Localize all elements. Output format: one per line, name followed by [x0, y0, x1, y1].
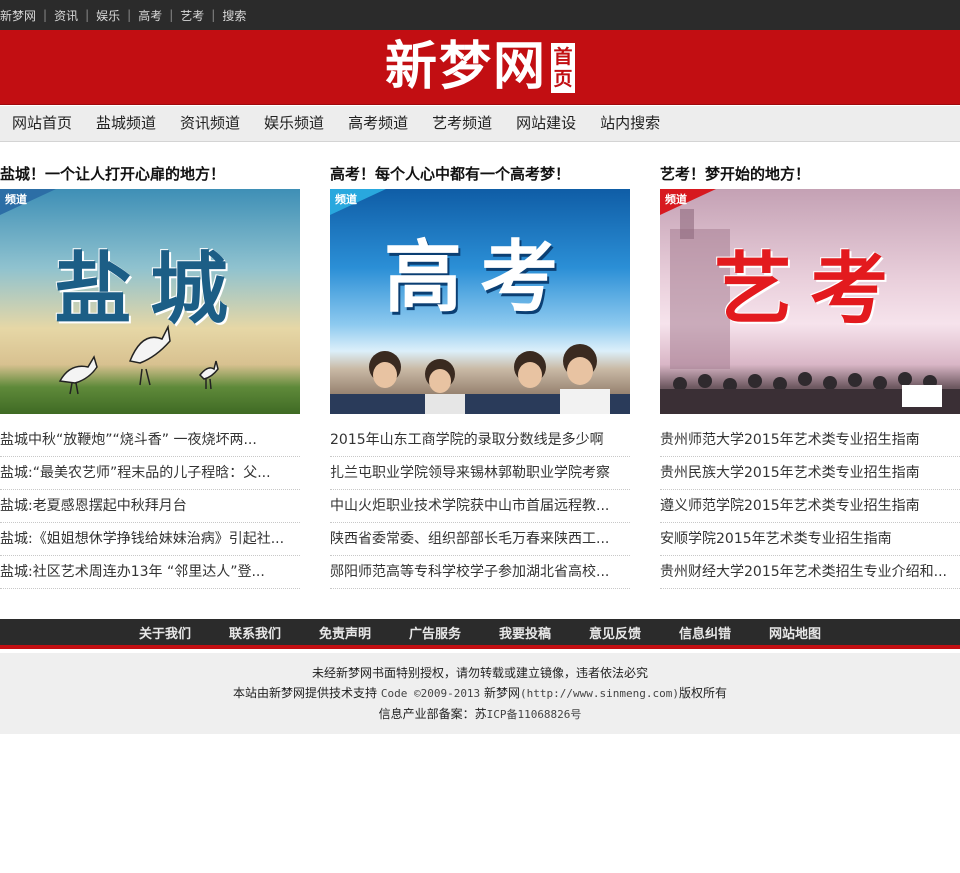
- channel-columns: 盐城！一个让人打开心扉的地方！ 盐城 频道 盐城中秋“放鞭炮”“烧斗香” 一夜烧…: [0, 162, 960, 592]
- copyright-notice: 未经新梦网书面特别授权，请勿转载或建立镜像，违者依法必究: [311, 666, 648, 680]
- list-item: 贵州师范大学2015年艺术类专业招生指南: [660, 424, 960, 457]
- top-link-gaokao[interactable]: 高考: [138, 7, 162, 24]
- site-header: 新梦网 首 页: [0, 30, 960, 105]
- icp-number: ICP备11068826号: [486, 708, 582, 721]
- home-badge-top: 首: [553, 46, 573, 68]
- nav-news[interactable]: 资讯频道: [168, 105, 252, 142]
- rights-reserved: 版权所有: [678, 686, 727, 700]
- list-item: 盐城中秋“放鞭炮”“烧斗香” 一夜烧坏两...: [0, 424, 300, 457]
- code-year: Code ©2009-2013: [380, 687, 481, 700]
- channel-title: 盐城！一个让人打开心扉的地方！: [0, 165, 226, 183]
- news-link[interactable]: 盐城中秋“放鞭炮”“烧斗香” 一夜烧坏两...: [0, 432, 257, 448]
- top-link-news[interactable]: 资讯: [54, 7, 78, 24]
- channel-title: 艺考！梦开始的地方！: [660, 165, 811, 183]
- list-item: 盐城:“最美农艺师”程末品的儿子程晗：父...: [0, 457, 300, 490]
- channel-title: 高考！每个人心中都有一个高考梦！: [330, 165, 571, 183]
- news-link[interactable]: 盐城:“最美农艺师”程末品的儿子程晗：父...: [0, 465, 271, 481]
- list-item: 贵州民族大学2015年艺术类专业招生指南: [660, 457, 960, 490]
- footer-link-submit[interactable]: 我要投稿: [499, 623, 551, 642]
- separator: |: [85, 8, 90, 22]
- tech-support-prefix: 本站由新梦网提供技术支持: [233, 686, 381, 700]
- news-link[interactable]: 扎兰屯职业学院领导来锡林郭勒职业学院考察: [330, 465, 610, 481]
- news-link[interactable]: 郧阳师范高等专科学校学子参加湖北省高校...: [330, 564, 609, 580]
- nav-yancheng[interactable]: 盐城频道: [84, 105, 168, 142]
- ribbon-label: 频道: [335, 193, 357, 206]
- channel-gaokao: 高考！每个人心中都有一个高考梦！ 高考 频道 2015年山东工商学院的录取分数线…: [330, 162, 630, 589]
- news-link[interactable]: 盐城:《姐姐想休学挣钱给妹妹治病》引起社...: [0, 531, 284, 547]
- list-item: 中山火炬职业技术学院获中山市首届远程教...: [330, 490, 630, 523]
- top-link-entertainment[interactable]: 娱乐: [96, 7, 120, 24]
- channel-yikao: 艺考！梦开始的地方！ 艺考 频道 贵州师范大学2015年艺术类专业招生指南 贵州…: [660, 162, 960, 589]
- nav-site-build[interactable]: 网站建设: [504, 105, 588, 142]
- channel-banner-yikao[interactable]: 艺考 频道: [660, 189, 960, 414]
- news-link[interactable]: 盐城:社区艺术周连办13年 “邻里达人”登...: [0, 564, 265, 580]
- banner-text: 高考: [383, 233, 576, 323]
- list-item: 郧阳师范高等专科学校学子参加湖北省高校...: [330, 556, 630, 589]
- separator: |: [43, 8, 48, 22]
- news-link[interactable]: 贵州财经大学2015年艺术类招生专业介绍和...: [660, 564, 947, 580]
- tech-support-line: 本站由新梦网提供技术支持 Code ©2009-2013 新梦网(http://…: [0, 683, 960, 704]
- channel-banner-gaokao[interactable]: 高考 频道: [330, 189, 630, 414]
- news-link[interactable]: 遵义师范学院2015年艺术类专业招生指南: [660, 498, 920, 514]
- nav-yikao[interactable]: 艺考频道: [420, 105, 504, 142]
- main-nav: 网站首页 盐城频道 资讯频道 娱乐频道 高考频道 艺考频道 网站建设 站内搜索: [0, 105, 960, 142]
- news-list: 贵州师范大学2015年艺术类专业招生指南 贵州民族大学2015年艺术类专业招生指…: [660, 424, 960, 589]
- news-link[interactable]: 盐城:老夏感恩摆起中秋拜月台: [0, 498, 187, 514]
- news-list: 2015年山东工商学院的录取分数线是多少啊 扎兰屯职业学院领导来锡林郭勒职业学院…: [330, 424, 630, 589]
- footer-nav: 关于我们 联系我们 免责声明 广告服务 我要投稿 意见反馈 信息纠错 网站地图: [0, 619, 960, 649]
- logo-text: 新梦网: [384, 37, 547, 97]
- ribbon-label: 频道: [5, 193, 27, 206]
- list-item: 扎兰屯职业学院领导来锡林郭勒职业学院考察: [330, 457, 630, 490]
- footer-link-ads[interactable]: 广告服务: [409, 623, 461, 642]
- news-link[interactable]: 贵州民族大学2015年艺术类专业招生指南: [660, 465, 920, 481]
- nav-site-search[interactable]: 站内搜索: [588, 105, 672, 142]
- nav-home[interactable]: 网站首页: [0, 105, 84, 142]
- site-url: (http://www.sinmeng.com): [520, 687, 679, 700]
- news-link[interactable]: 安顺学院2015年艺术类专业招生指南: [660, 531, 892, 547]
- home-badge-bottom: 页: [553, 68, 573, 90]
- list-item: 2015年山东工商学院的录取分数线是多少啊: [330, 424, 630, 457]
- icp-line: 信息产业部备案：苏ICP备11068826号: [0, 704, 960, 725]
- list-item: 盐城:《姐姐想休学挣钱给妹妹治病》引起社...: [0, 523, 300, 556]
- footer-link-disclaimer[interactable]: 免责声明: [319, 623, 371, 642]
- news-link[interactable]: 陕西省委常委、组织部部长毛万春来陕西工...: [330, 531, 609, 547]
- footer-link-contact[interactable]: 联系我们: [229, 623, 281, 642]
- footer-link-sitemap[interactable]: 网站地图: [769, 623, 821, 642]
- ribbon-label: 频道: [665, 193, 687, 206]
- channel-banner-yancheng[interactable]: 盐城 频道: [0, 189, 300, 414]
- footer-link-correction[interactable]: 信息纠错: [679, 623, 731, 642]
- news-link[interactable]: 贵州师范大学2015年艺术类专业招生指南: [660, 432, 920, 448]
- nav-gaokao[interactable]: 高考频道: [336, 105, 420, 142]
- top-link-search[interactable]: 搜索: [222, 7, 246, 24]
- news-list: 盐城中秋“放鞭炮”“烧斗香” 一夜烧坏两... 盐城:“最美农艺师”程末品的儿子…: [0, 424, 300, 589]
- list-item: 盐城:老夏感恩摆起中秋拜月台: [0, 490, 300, 523]
- list-item: 贵州财经大学2015年艺术类招生专业介绍和...: [660, 556, 960, 589]
- list-item: 盐城:社区艺术周连办13年 “邻里达人”登...: [0, 556, 300, 589]
- banner-text: 盐城: [53, 245, 246, 335]
- list-item: 安顺学院2015年艺术类专业招生指南: [660, 523, 960, 556]
- site-name: 新梦网: [480, 686, 521, 700]
- separator: |: [127, 8, 132, 22]
- footer-link-about[interactable]: 关于我们: [139, 623, 191, 642]
- list-item: 陕西省委常委、组织部部长毛万春来陕西工...: [330, 523, 630, 556]
- banner-text: 艺考: [713, 245, 906, 335]
- separator: |: [211, 8, 216, 22]
- top-bar: 新梦网 | 资讯 | 娱乐 | 高考 | 艺考 | 搜索: [0, 0, 960, 30]
- separator: |: [169, 8, 174, 22]
- icp-prefix: 信息产业部备案：苏: [378, 707, 487, 721]
- nav-entertainment[interactable]: 娱乐频道: [252, 105, 336, 142]
- home-badge: 首 页: [551, 43, 575, 93]
- news-link[interactable]: 中山火炬职业技术学院获中山市首届远程教...: [330, 498, 609, 514]
- news-link[interactable]: 2015年山东工商学院的录取分数线是多少啊: [330, 432, 604, 448]
- footer-link-feedback[interactable]: 意见反馈: [589, 623, 641, 642]
- top-link-yikao[interactable]: 艺考: [180, 7, 204, 24]
- site-logo[interactable]: 新梦网 首 页: [385, 41, 575, 93]
- top-link-home[interactable]: 新梦网: [0, 7, 36, 24]
- channel-yancheng: 盐城！一个让人打开心扉的地方！ 盐城 频道 盐城中秋“放鞭炮”“烧斗香” 一夜烧…: [0, 162, 300, 589]
- list-item: 遵义师范学院2015年艺术类专业招生指南: [660, 490, 960, 523]
- footer-info: 未经新梦网书面特别授权，请勿转载或建立镜像，违者依法必究 本站由新梦网提供技术支…: [0, 653, 960, 734]
